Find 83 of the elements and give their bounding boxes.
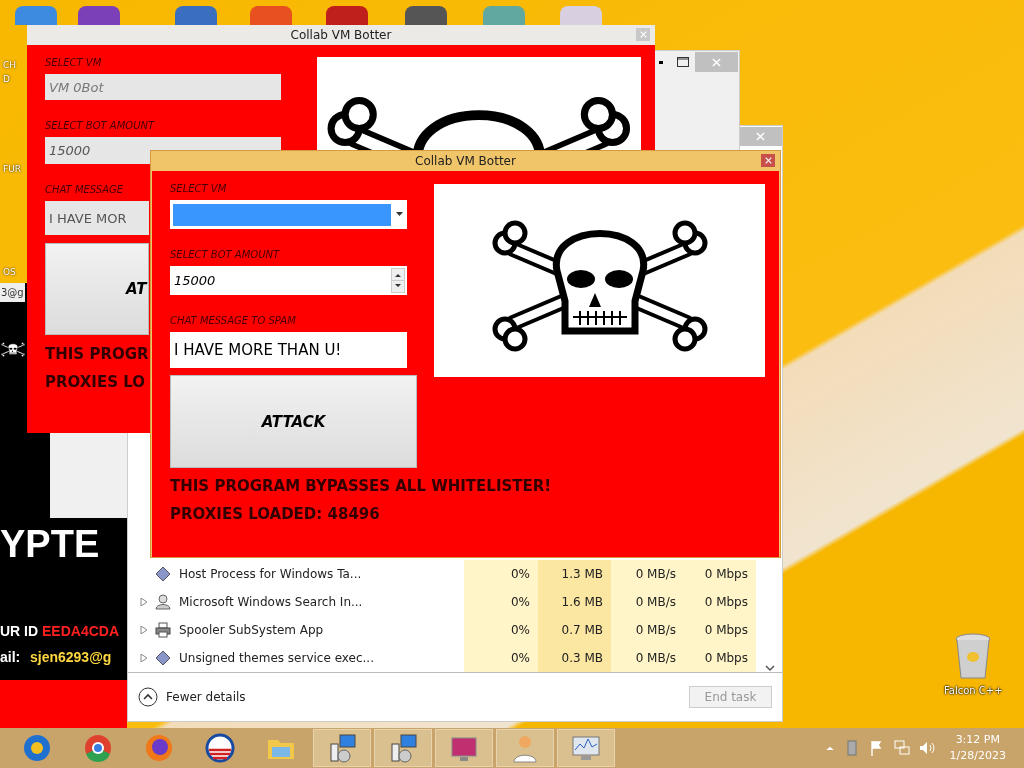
close-icon	[764, 157, 772, 164]
field-label: SELECT VM	[170, 183, 227, 194]
close-icon	[756, 132, 765, 141]
field-label: SELECT BOT AMOUNT	[45, 120, 155, 131]
spinner-arrows-icon[interactable]	[391, 268, 405, 293]
chat-message-field[interactable]: I HAVE MORE THAN U!	[170, 332, 407, 368]
email-value: sjen6293@g	[30, 649, 112, 665]
expand-arrow-icon[interactable]	[140, 598, 148, 606]
desktop-app-icon[interactable]	[326, 6, 368, 25]
printer-icon	[155, 622, 171, 638]
process-name[interactable]: Microsoft Windows Search In...	[128, 588, 464, 616]
network-cell: 0 Mbps	[684, 616, 756, 644]
expand-arrow-icon[interactable]	[140, 654, 148, 662]
field-label: SELECT BOT AMOUNT	[170, 249, 280, 260]
disk-cell: 0 MB/s	[611, 616, 684, 644]
network-cell: 0 Mbps	[684, 588, 756, 616]
process-name[interactable]: Spooler SubSystem App	[128, 616, 464, 644]
desktop-app-icon[interactable]	[250, 6, 292, 25]
minimize-icon	[659, 60, 663, 64]
cpu-cell: 0%	[464, 560, 538, 588]
field-label: CHAT MESSAGE	[45, 184, 124, 195]
taskbar-app-button[interactable]	[374, 729, 432, 767]
window-title: Collab VM Botter	[290, 28, 392, 42]
attack-button[interactable]: ATTACK	[170, 375, 417, 468]
cpu-cell: 0%	[464, 616, 538, 644]
bot-amount-field[interactable]: 15000	[170, 266, 407, 295]
warning-text: THIS PROGR	[45, 345, 149, 363]
person-icon	[155, 594, 171, 610]
desktop-icon-label: CH	[3, 60, 17, 70]
id-value: EEDA4CDA	[42, 623, 119, 639]
memory-cell: 1.3 MB	[538, 560, 611, 588]
chat-message-field[interactable]: I HAVE MOR	[45, 201, 149, 235]
disk-cell: 0 MB/s	[611, 588, 684, 616]
taskbar-app-button[interactable]	[435, 729, 493, 767]
ransom-headline: YPTE	[0, 523, 100, 566]
desktop-icon-label: D	[3, 74, 10, 84]
volume-icon[interactable]	[918, 740, 935, 756]
network-cell: 0 Mbps	[684, 644, 756, 672]
cpu-cell: 0%	[464, 588, 538, 616]
browser-icon	[82, 732, 114, 764]
close-icon	[712, 57, 721, 67]
caret-icon[interactable]	[396, 212, 403, 216]
desktop-app-icon[interactable]	[175, 6, 217, 25]
fewer-details-button[interactable]: Fewer details	[138, 687, 246, 707]
memory-cell: 0.3 MB	[538, 644, 611, 672]
cpu-cell: 0%	[464, 644, 538, 672]
striped-circle-icon	[204, 732, 236, 764]
field-label: CHAT MESSAGE TO SPAM	[170, 315, 296, 326]
disk-cell: 0 MB/s	[611, 644, 684, 672]
expand-arrow-icon[interactable]	[140, 626, 148, 634]
email-fragment: 3@g	[0, 283, 25, 302]
taskbar-app-button[interactable]	[313, 729, 371, 767]
warning-text: THIS PROGRAM BYPASSES ALL WHITELISTER!	[170, 477, 552, 495]
process-name[interactable]: Unsigned themes service exec...	[128, 644, 464, 672]
diamond-icon	[155, 650, 171, 666]
network-icon[interactable]	[893, 740, 910, 756]
fox-browser-icon	[143, 732, 175, 764]
attack-button[interactable]: AT	[45, 243, 149, 335]
desktop-icon-label: Falcon C++	[944, 685, 1003, 696]
id-label: UR ID	[0, 623, 39, 639]
diamond-icon	[155, 566, 171, 582]
globe-icon	[21, 732, 53, 764]
desktop-app-icon[interactable]	[15, 6, 57, 25]
disk-cell: 0 MB/s	[611, 560, 684, 588]
email-label: ail:	[0, 649, 21, 665]
memory-cell: 1.6 MB	[538, 588, 611, 616]
trash-bin-icon[interactable]	[953, 633, 994, 681]
field-label: SELECT VM	[45, 57, 102, 68]
network-cell: 0 Mbps	[684, 560, 756, 588]
desktop-icon-label: FUR	[3, 164, 22, 174]
close-button[interactable]	[761, 154, 775, 167]
close-icon	[639, 31, 647, 38]
proxies-text: PROXIES LOADED: 48496	[170, 505, 380, 523]
proxies-text: PROXIES LO	[45, 373, 145, 391]
desktop-icon-label: OS	[3, 267, 16, 277]
desktop-app-icon[interactable]	[78, 6, 120, 25]
maximize-icon	[677, 57, 689, 67]
desktop-app-icon[interactable]	[405, 6, 447, 25]
scroll-down-icon[interactable]	[765, 664, 775, 672]
memory-cell: 0.7 MB	[538, 616, 611, 644]
chevron-up-circle-icon	[138, 687, 158, 707]
window-title: Collab VM Botter	[415, 154, 516, 168]
process-name[interactable]: Host Process for Windows Ta...	[128, 560, 464, 588]
